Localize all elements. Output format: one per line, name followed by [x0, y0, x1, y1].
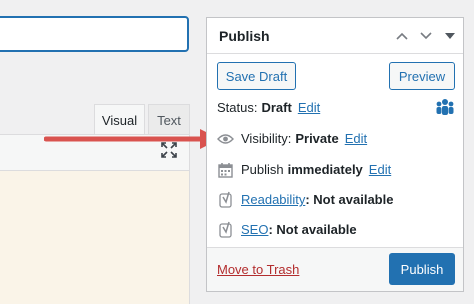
publish-box-header: Publish	[207, 18, 463, 54]
publish-box: Publish Save Draft Preview Status: Draft…	[206, 17, 464, 292]
chevron-up-icon[interactable]	[391, 25, 413, 47]
chevron-down-icon[interactable]	[415, 25, 437, 47]
visibility-edit-link[interactable]: Edit	[345, 131, 367, 146]
visibility-label: Visibility:	[241, 131, 292, 146]
editor-content-area[interactable]	[0, 171, 190, 304]
publish-box-title: Publish	[219, 27, 270, 44]
visibility-value: Private	[295, 131, 339, 146]
users-group-icon	[436, 99, 454, 115]
publish-date-value: immediately	[287, 162, 363, 177]
publish-date-row: Publish immediately Edit	[217, 161, 391, 178]
publish-date-edit-link[interactable]: Edit	[369, 162, 391, 177]
yoast-icon	[217, 191, 234, 208]
publish-box-footer: Move to Trash Publish	[207, 247, 463, 291]
eye-icon	[217, 130, 234, 147]
seo-value: : Not available	[268, 222, 357, 237]
status-edit-link[interactable]: Edit	[298, 100, 320, 115]
readability-value: : Not available	[305, 192, 394, 207]
calendar-icon	[217, 161, 234, 178]
status-label: Status:	[217, 100, 258, 115]
move-to-trash-link[interactable]: Move to Trash	[217, 262, 299, 277]
annotation-arrow	[44, 129, 220, 149]
status-value: Draft	[261, 100, 292, 115]
save-draft-button[interactable]: Save Draft	[217, 62, 296, 90]
preview-button[interactable]: Preview	[389, 62, 455, 90]
yoast-icon	[217, 221, 234, 238]
post-title-input[interactable]	[0, 16, 189, 52]
publish-date-label: Publish	[241, 162, 284, 177]
seo-link[interactable]: SEO	[241, 222, 268, 237]
readability-link[interactable]: Readability	[241, 192, 305, 207]
seo-row: SEO : Not available	[217, 221, 363, 238]
readability-row: Readability : Not available	[217, 191, 399, 208]
publish-button[interactable]: Publish	[389, 253, 455, 285]
visibility-row: Visibility: Private Edit	[217, 130, 367, 147]
caret-down-icon[interactable]	[439, 25, 461, 47]
status-row: Status: Draft Edit	[217, 100, 320, 115]
